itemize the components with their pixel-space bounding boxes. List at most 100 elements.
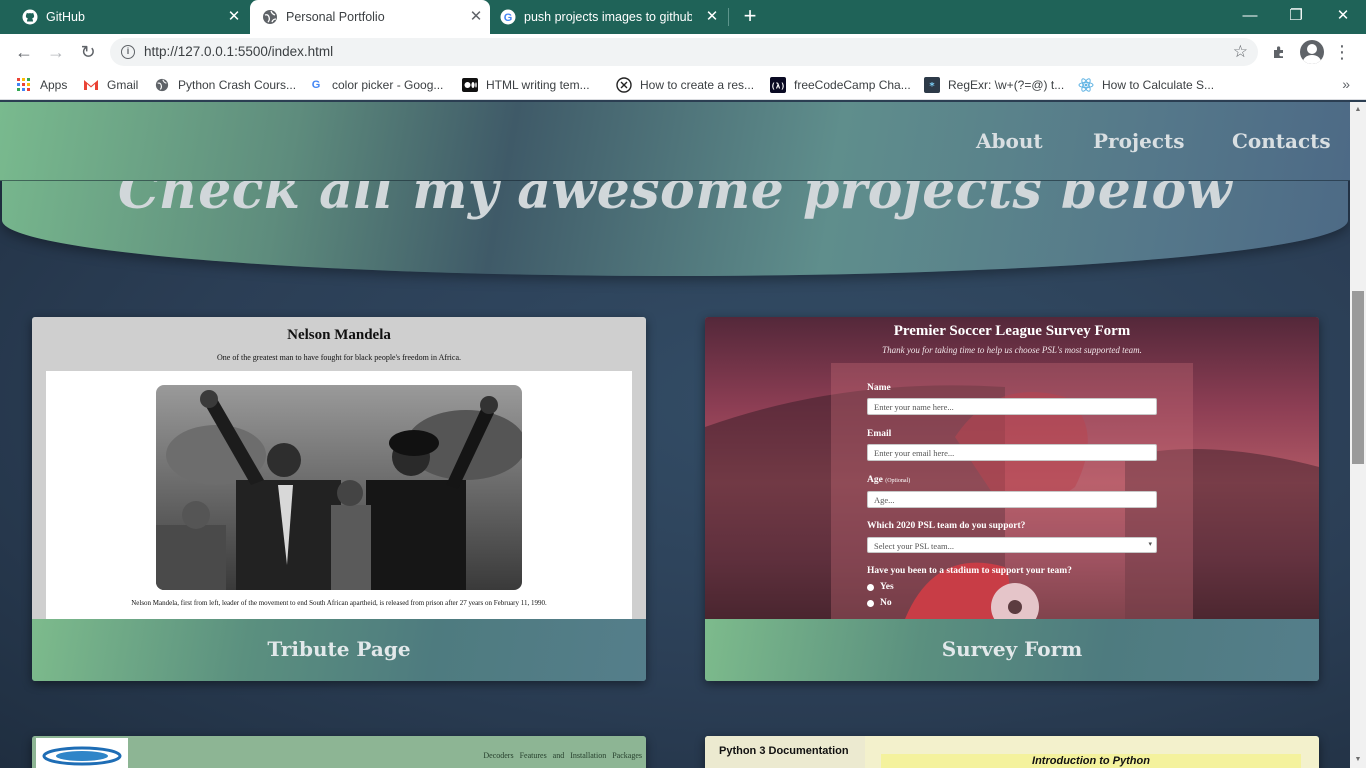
extensions-icon[interactable]: [1267, 40, 1291, 64]
tab-separator: [728, 8, 729, 26]
dstv-page-screenshot[interactable]: Decoders Features and Installation Packa…: [32, 736, 646, 768]
page-viewport: Check all my awesome projects below Abou…: [0, 102, 1350, 768]
project-card-python-docs[interactable]: Python 3 Documentation Introduction to P…: [705, 736, 1319, 768]
project-card-dstv[interactable]: Decoders Features and Installation Packa…: [32, 736, 646, 768]
close-tab-icon[interactable]: ✕: [226, 9, 242, 25]
bookmark-label: color picker - Goog...: [332, 78, 444, 92]
reload-icon[interactable]: ↻: [76, 40, 100, 64]
forward-icon[interactable]: →: [44, 40, 68, 64]
url-text[interactable]: http://127.0.0.1:5500/index.html: [144, 44, 333, 59]
survey-form-panel: Name Enter your name here... Email Enter…: [831, 363, 1193, 619]
preview-subheading: One of the greatest man to have fought f…: [216, 353, 462, 362]
bookmarks-bar: Apps Gmail Python Crash Cours... G color…: [0, 70, 1366, 100]
team-label: Which 2020 PSL team do you support?: [867, 521, 1026, 531]
mandela-photo: [156, 385, 522, 590]
bookmark-html-writing[interactable]: HTML writing tem...: [462, 76, 590, 94]
google-icon: G: [311, 79, 321, 91]
svg-text:(λ): (λ): [771, 82, 785, 91]
scroll-up-icon[interactable]: ▲: [1353, 106, 1363, 113]
bookmark-label: RegExr: \w+(?=@) t...: [948, 78, 1065, 92]
tab-github[interactable]: GitHub ✕: [0, 0, 248, 34]
bookmark-star-icon[interactable]: ☆: [1233, 42, 1248, 62]
team-select-value: Select your PSL team...: [874, 541, 954, 551]
address-bar[interactable]: i http://127.0.0.1:5500/index.html ☆: [110, 38, 1258, 66]
name-label: Name: [867, 383, 891, 393]
tab-personal-portfolio[interactable]: Personal Portfolio ✕: [250, 0, 490, 34]
radio-dot-icon: [867, 583, 874, 591]
bookmark-python-crash-course[interactable]: Python Crash Cours...: [154, 76, 296, 94]
close-tab-icon[interactable]: ✕: [468, 9, 484, 25]
project-card-tribute-page[interactable]: Nelson Mandela One of the greatest man t…: [32, 317, 646, 681]
dstv-logo: [36, 738, 128, 768]
bookmark-label: How to Calculate S...: [1102, 78, 1215, 92]
github-icon: [22, 9, 38, 25]
minimize-icon[interactable]: —: [1238, 4, 1262, 28]
close-window-icon[interactable]: ✕: [1331, 4, 1355, 28]
profile-avatar-icon[interactable]: [1300, 40, 1324, 64]
bookmark-how-to-create[interactable]: How to create a res...: [616, 76, 754, 94]
preview-content-panel: Nelson Mandela, first from left, leader …: [46, 371, 632, 619]
nav-link-about[interactable]: About: [976, 129, 1043, 153]
bookmark-apps[interactable]: Apps: [16, 76, 67, 94]
restore-icon[interactable]: ❐: [1284, 4, 1308, 28]
radio-no: No: [867, 598, 892, 608]
bookmark-freecodecamp[interactable]: (λ) freeCodeCamp Cha...: [770, 76, 911, 94]
nav-link-contacts[interactable]: Contacts: [1232, 129, 1331, 153]
preview-subheading: Thank you for taking time to help us cho…: [882, 345, 1142, 355]
bookmark-label: Gmail: [107, 78, 139, 92]
google-icon: G: [500, 9, 516, 25]
preview-heading: Premier Soccer League Survey Form: [893, 323, 1131, 339]
chevron-down-icon: ▾: [1148, 540, 1152, 548]
bookmark-label: freeCodeCamp Cha...: [794, 78, 911, 92]
regexr-icon: *: [924, 77, 940, 93]
new-tab-icon[interactable]: +: [738, 5, 762, 29]
page-scrollbar[interactable]: ▲ ▼: [1350, 102, 1366, 768]
email-label: Email: [867, 429, 892, 439]
freecodecamp-icon: (λ): [770, 77, 786, 93]
card-footer[interactable]: Survey Form: [705, 619, 1319, 681]
radio-yes-label: Yes: [880, 582, 894, 592]
browser-toolbar: ← → ↻ i http://127.0.0.1:5500/index.html…: [0, 34, 1366, 70]
bookmark-regexr[interactable]: * RegExr: \w+(?=@) t...: [924, 76, 1064, 94]
age-label-text: Age: [867, 475, 883, 485]
email-input: Enter your email here...: [867, 444, 1157, 461]
age-input: Age...: [867, 491, 1157, 508]
project-title[interactable]: Tribute Page: [32, 619, 646, 661]
bookmark-how-to-calculate[interactable]: How to Calculate S...: [1078, 76, 1214, 94]
preview-heading: Nelson Mandela: [287, 327, 391, 343]
nav-link-projects[interactable]: Projects: [1093, 129, 1185, 153]
site-info-icon[interactable]: i: [121, 45, 135, 59]
card-footer[interactable]: Tribute Page: [32, 619, 646, 681]
stadium-question-label: Have you been to a stadium to support yo…: [867, 566, 1072, 576]
bookmark-color-picker[interactable]: G color picker - Goog...: [308, 76, 444, 94]
scroll-down-icon[interactable]: ▼: [1353, 756, 1363, 763]
bookmark-label: How to create a res...: [640, 78, 755, 92]
bookmark-label: HTML writing tem...: [486, 78, 590, 92]
bookmark-gmail[interactable]: Gmail: [83, 76, 138, 94]
radio-no-label: No: [880, 598, 892, 608]
bookmark-label: Python Crash Cours...: [178, 78, 297, 92]
project-card-survey-form[interactable]: Premier Soccer League Survey Form Thank …: [705, 317, 1319, 681]
more-bookmarks-icon[interactable]: »: [1342, 76, 1350, 92]
scrollbar-thumb[interactable]: [1352, 291, 1364, 464]
svg-text:*: *: [929, 81, 935, 92]
survey-form-screenshot[interactable]: Premier Soccer League Survey Form Thank …: [705, 317, 1319, 619]
globe-icon: [154, 77, 170, 93]
menu-kebab-icon[interactable]: ⋮: [1330, 40, 1354, 64]
tab-title: push projects images to github -: [524, 10, 692, 24]
svg-text:G: G: [504, 12, 513, 24]
python-docs-screenshot[interactable]: Python 3 Documentation Introduction to P…: [705, 736, 1319, 768]
project-title[interactable]: Survey Form: [705, 619, 1319, 661]
tab-title: GitHub: [46, 10, 85, 24]
back-icon[interactable]: ←: [12, 40, 36, 64]
globe-icon: [262, 9, 278, 25]
age-label: Age (Optional): [867, 475, 910, 485]
tribute-page-screenshot[interactable]: Nelson Mandela One of the greatest man t…: [32, 317, 646, 619]
medium-icon: [462, 77, 478, 93]
preview-caption: Nelson Mandela, first from left, leader …: [131, 599, 547, 607]
gmail-icon: [83, 77, 99, 93]
tab-google-search[interactable]: G push projects images to github - ✕: [490, 0, 726, 34]
radio-dot-icon: [867, 599, 874, 607]
close-tab-icon[interactable]: ✕: [704, 9, 720, 25]
name-input: Enter your name here...: [867, 398, 1157, 415]
